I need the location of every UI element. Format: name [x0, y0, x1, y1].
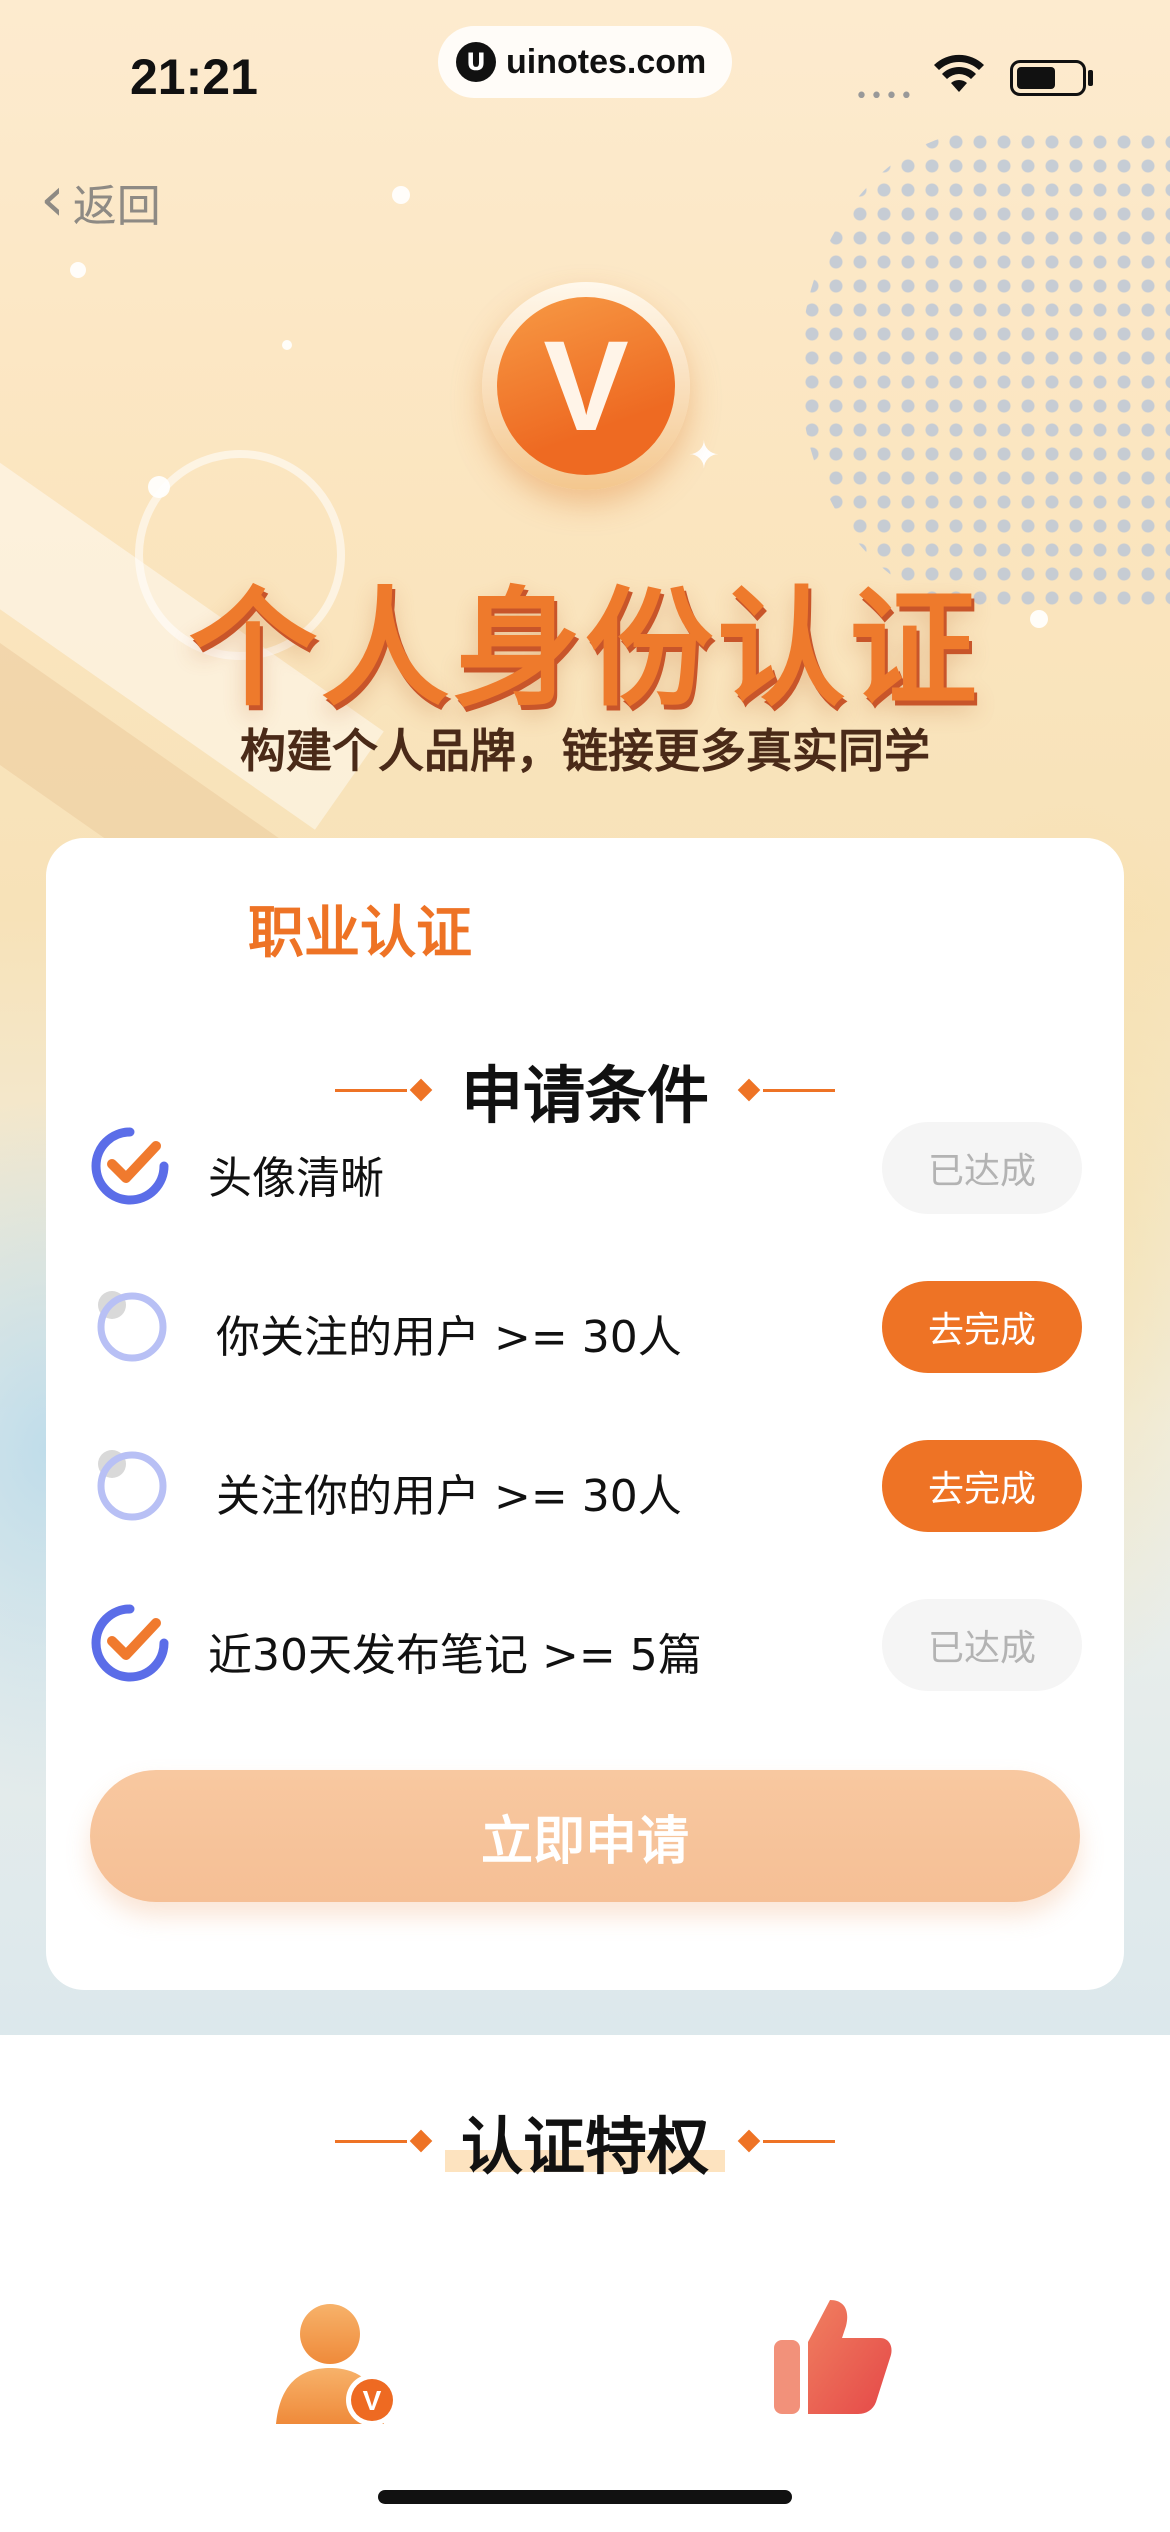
back-button[interactable]: ‹ 返回	[40, 162, 161, 235]
battery-icon	[1010, 60, 1086, 96]
empty-circle-icon	[97, 1450, 167, 1521]
condition-label: 近30天发布笔记 >= 5篇	[208, 1630, 702, 1681]
heading-line	[334, 2139, 407, 2143]
condition-row: 近30天发布笔记 >= 5篇 已达成	[86, 1595, 1086, 1695]
bubble-decoration	[148, 476, 170, 498]
heading-line	[334, 1088, 407, 1092]
page-title: 个人身份认证	[188, 575, 981, 724]
dot-pattern-decoration	[800, 130, 1170, 610]
wifi-icon	[934, 54, 984, 92]
home-indicator[interactable]	[378, 2490, 792, 2504]
apply-now-button[interactable]: 立即申请	[90, 1770, 1080, 1902]
diamond-icon	[409, 1078, 433, 1102]
empty-circle-icon	[97, 1291, 167, 1362]
tab-professional[interactable]: 职业认证	[160, 888, 560, 969]
chevron-left-icon: ‹	[40, 162, 65, 235]
check-circle-icon	[91, 1127, 169, 1205]
tab-domain[interactable]: 领域认证	[680, 888, 1040, 960]
status-achieved-button: 已达成	[882, 1122, 1082, 1214]
back-label: 返回	[72, 181, 161, 232]
diamond-icon	[737, 1078, 761, 1102]
check-circle-icon	[91, 1604, 169, 1682]
battery-nub	[1088, 70, 1093, 86]
condition-label: 你关注的用户 >= 30人	[216, 1312, 682, 1363]
bubble-decoration	[282, 340, 292, 350]
condition-label: 头像清晰	[208, 1153, 384, 1204]
status-time: 21:21	[130, 49, 258, 105]
condition-row: 你关注的用户 >= 30人 去完成	[86, 1277, 1086, 1377]
site-logo-icon: U	[456, 42, 496, 82]
badge-letter: V	[497, 297, 675, 475]
thumbs-up-icon	[774, 2300, 892, 2414]
page-subtitle: 构建个人品牌，链接更多真实同学	[240, 724, 930, 778]
condition-label: 关注你的用户 >= 30人	[216, 1471, 682, 1522]
privilege-badge-letter: V	[363, 2385, 382, 2416]
status-achieved-button: 已达成	[882, 1599, 1082, 1691]
url-text: uinotes.com	[506, 42, 707, 81]
heading-line	[763, 1088, 835, 1092]
bubble-decoration	[70, 262, 86, 278]
condition-row: 头像清晰 已达成	[86, 1118, 1086, 1218]
privileges-heading-text: 认证特权	[435, 2096, 735, 2186]
condition-row: 关注你的用户 >= 30人 去完成	[86, 1436, 1086, 1536]
diamond-icon	[737, 2129, 761, 2153]
bubble-decoration	[392, 186, 410, 204]
go-complete-button[interactable]: 去完成	[882, 1281, 1082, 1373]
diamond-icon	[409, 2129, 433, 2153]
heading-line	[763, 2139, 835, 2143]
signal-icon: ••••	[855, 84, 915, 109]
sparkle-icon: ✦	[688, 433, 720, 477]
url-pill[interactable]: U uinotes.com	[438, 26, 732, 98]
verification-badge-icon: V	[482, 282, 690, 490]
privileges-heading: 认证特权	[0, 2096, 1170, 2186]
go-complete-button[interactable]: 去完成	[882, 1440, 1082, 1532]
user-badge-icon: V	[276, 2304, 398, 2426]
